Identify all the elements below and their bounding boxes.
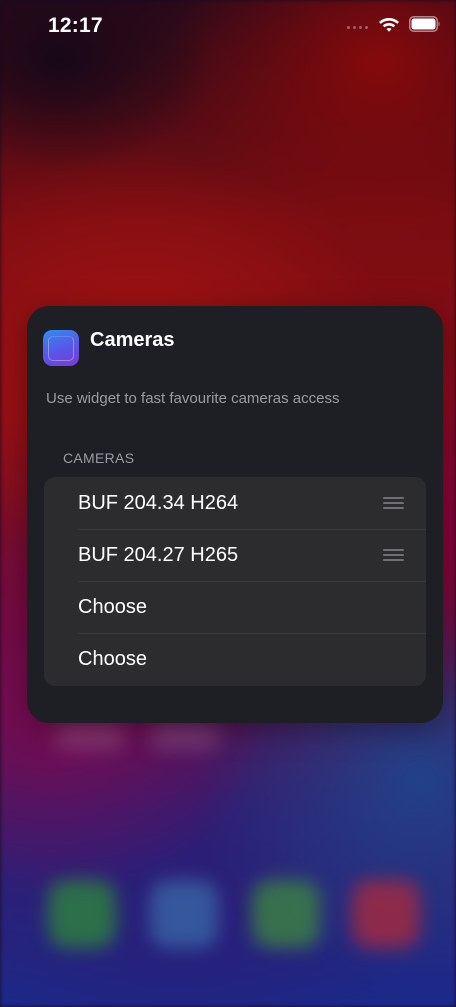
cellular-signal-icon <box>347 26 368 29</box>
widget-description: Use widget to fast favourite cameras acc… <box>46 390 340 407</box>
cameras-section-header: CAMERAS <box>63 450 135 466</box>
camera-row-label: Choose <box>78 647 147 670</box>
camera-row-4[interactable]: Choose <box>44 633 426 685</box>
blurred-app-label <box>150 723 220 749</box>
camera-row-label: BUF 204.27 H265 <box>78 543 239 566</box>
widget-configuration-card: Cameras Use widget to fast favourite cam… <box>27 306 443 723</box>
cameras-list: BUF 204.34 H264 BUF 204.27 H265 Choose C… <box>44 477 426 686</box>
cameras-app-icon <box>43 330 79 366</box>
blurred-dock-messages-icon <box>252 880 320 948</box>
reorder-handle-icon[interactable] <box>383 549 404 561</box>
status-time: 12:17 <box>48 14 103 37</box>
camera-row-2[interactable]: BUF 204.27 H265 <box>44 529 426 581</box>
camera-row-label: BUF 204.34 H264 <box>78 491 239 514</box>
blurred-app-label <box>55 723 125 749</box>
battery-icon <box>409 16 440 32</box>
blurred-dock-app-icon <box>150 880 218 948</box>
status-bar: 12:17 <box>0 0 456 52</box>
camera-row-3[interactable]: Choose <box>44 581 426 633</box>
wifi-icon <box>379 18 399 32</box>
blurred-dock-music-icon <box>352 880 420 948</box>
widget-app-title: Cameras <box>90 329 175 351</box>
blurred-dock-phone-icon <box>48 880 116 948</box>
camera-row-label: Choose <box>78 595 147 618</box>
reorder-handle-icon[interactable] <box>383 497 404 509</box>
camera-row-1[interactable]: BUF 204.34 H264 <box>44 477 426 529</box>
